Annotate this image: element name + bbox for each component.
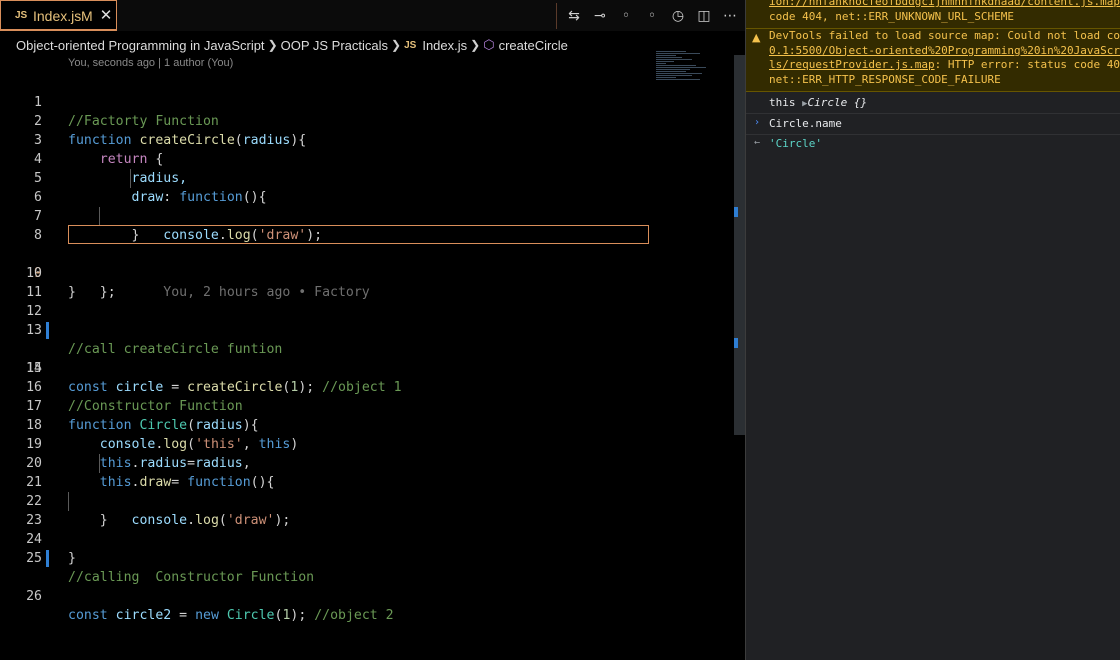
indent-guide [130, 169, 131, 188]
indent-guide [99, 207, 100, 226]
punct-token: ); [290, 608, 315, 623]
warning-text: net::ERR_HTTP_RESPONSE_CODE_FAILURE [769, 72, 1001, 86]
code-line[interactable]: 5 draw: function(){ [0, 150, 650, 205]
tab-bar: JS Index.js M ✕ ⇆ ⊸ ◦ ◦ ◷ ◫ ⋯ [0, 0, 745, 31]
keyword-token: const [68, 608, 108, 623]
code-line[interactable]: 4 radius, [0, 131, 650, 186]
compare-changes-icon[interactable]: ⇆ [561, 0, 587, 31]
breadcrumb-file[interactable]: Index.js [422, 38, 467, 53]
close-icon[interactable]: ✕ [98, 6, 114, 24]
code-line[interactable]: 19 this.radius=radius, [0, 416, 650, 471]
code-line[interactable]: 14 const circle = createCircle(1); //obj… [0, 321, 650, 395]
tab-active-underline [0, 29, 117, 31]
input-prompt-icon: › [754, 117, 761, 128]
scrollbar-change-marker [734, 338, 738, 348]
source-map-link[interactable]: ls/requestProvider.js.map [769, 58, 935, 71]
indent-guide [68, 492, 69, 511]
code-line[interactable]: 23 [0, 492, 650, 528]
symbol-method-icon: ⬡ [483, 37, 495, 52]
keyword-token: new [195, 608, 219, 623]
timeline-icon[interactable]: ◷ [665, 0, 691, 31]
editor-pane: JS Index.js M ✕ ⇆ ⊸ ◦ ◦ ◷ ◫ ⋯ Object-ori… [0, 0, 745, 660]
breadcrumb-folder-practicals[interactable]: OOP JS Practicals [281, 38, 388, 53]
chevron-right-icon: ❯ [391, 38, 402, 52]
breadcrumb-symbol[interactable]: createCircle [499, 38, 568, 53]
current-line-highlight [68, 225, 649, 244]
log-label: this ▶Circle {} [769, 96, 868, 109]
code-line[interactable]: 18 console.log('this', this) [0, 397, 650, 452]
scrollbar-change-marker [734, 207, 738, 217]
split-editor-icon[interactable]: ◫ [691, 0, 717, 31]
indent-guide [99, 454, 100, 473]
modified-line-marker [46, 322, 49, 339]
code-comment: //object 2 [314, 608, 394, 623]
code-line[interactable]: 6 console.log('draw'); [0, 169, 650, 243]
code-line[interactable]: 12 [0, 283, 650, 319]
source-map-link[interactable]: 0.1:5500/Object-oriented%20Programming%2… [769, 44, 1120, 59]
git-commit-icon[interactable]: ⊸ [587, 0, 613, 31]
editor-scrollbar[interactable] [734, 55, 745, 435]
log-object-preview[interactable]: Circle {} [808, 96, 868, 109]
javascript-file-icon: JS [15, 10, 28, 21]
console-log-entry: this ▶Circle {} [746, 92, 1120, 114]
next-change-icon[interactable]: ◦ [639, 0, 665, 31]
code-line[interactable]: 10 } [0, 245, 650, 300]
class-name-token: Circle [226, 608, 275, 623]
code-line[interactable]: 20 this.draw= function(){ [0, 435, 650, 490]
code-comment: //calling Constructor Function [68, 570, 315, 585]
punct-token [219, 608, 227, 623]
code-line[interactable]: 7 } [0, 188, 650, 243]
code-area[interactable]: 1 //Factorty Function 2 function createC… [0, 74, 650, 623]
console-result-value: 'Circle' [769, 137, 822, 150]
chevron-right-icon: ❯ [470, 38, 481, 52]
previous-change-icon[interactable]: ◦ [613, 0, 639, 31]
code-line[interactable]: 21 console.log('draw'); [0, 454, 650, 528]
code-line[interactable]: 3 return { [0, 112, 650, 167]
tab-modified-badge: M [81, 8, 93, 24]
javascript-file-icon: JS [404, 39, 417, 51]
code-line[interactable]: 24 } [0, 511, 650, 566]
punct-token: = [171, 608, 196, 623]
actions-divider [556, 2, 557, 29]
warning-text: ion://hnfanknocfeofbddgcijnmhnfnkdnaad/c… [769, 0, 1120, 8]
tab-index-js[interactable]: JS Index.js M ✕ [0, 0, 117, 29]
devtools-console: ion://hnfanknocfeofbddgcijnmhnfnkdnaad/c… [745, 0, 1120, 660]
chevron-right-icon: ❯ [267, 38, 278, 52]
console-input-entry: › Circle.name [746, 113, 1120, 135]
console-warning: ▲ DevTools failed to load source map: Co… [746, 29, 1120, 92]
code-line[interactable]: 22 } [0, 473, 650, 528]
code-line[interactable]: 15 [0, 340, 650, 376]
code-line[interactable]: 1 //Factorty Function [0, 74, 650, 129]
console-warning: ion://hnfanknocfeofbddgcijnmhnfnkdnaad/c… [746, 0, 1120, 29]
code-line[interactable]: 2 function createCircle(radius){ [0, 93, 650, 148]
warning-icon: ▲ [752, 31, 761, 44]
editor-actions: ⇆ ⊸ ◦ ◦ ◷ ◫ ⋯ [556, 0, 743, 31]
modified-line-marker [46, 550, 49, 567]
code-line[interactable]: 13 //call createCircle funtion [0, 302, 650, 357]
more-actions-icon[interactable]: ⋯ [717, 0, 743, 31]
code-line[interactable]: 17 function Circle(radius){ [0, 378, 650, 433]
warning-text: code 404, net::ERR_UNKNOWN_URL_SCHEME [769, 10, 1015, 23]
code-line[interactable]: 25 //calling Constructor Function [0, 530, 650, 585]
breadcrumb: Object-oriented Programming in JavaScrip… [16, 35, 568, 55]
variable-token: circle2 [115, 608, 172, 623]
warning-text: DevTools failed to load source map: Coul… [769, 29, 1120, 42]
code-line[interactable]: 26 const circle2 = new Circle(1); //obje… [0, 549, 650, 623]
tab-filename: Index.js [33, 8, 82, 24]
console-input-expression[interactable]: Circle.name [769, 117, 842, 130]
codelens-blame[interactable]: You, seconds ago | 1 author (You) [68, 57, 233, 69]
warning-text: ls/requestProvider.js.map: HTTP error: s… [769, 58, 1120, 71]
code-line[interactable]: 16 //Constructor Function [0, 359, 650, 414]
code-line[interactable]: 11 [0, 264, 650, 300]
code-line[interactable]: 8 [0, 207, 650, 243]
minimap[interactable] [650, 50, 734, 110]
line-number: 26 [26, 589, 42, 604]
code-line-active[interactable]: 9 }; You, 2 hours ago • Factory [0, 225, 650, 300]
breadcrumb-folder-root[interactable]: Object-oriented Programming in JavaScrip… [16, 38, 265, 53]
result-arrow-icon: ← [754, 137, 761, 148]
console-result-entry: ← 'Circle' [746, 133, 1120, 154]
